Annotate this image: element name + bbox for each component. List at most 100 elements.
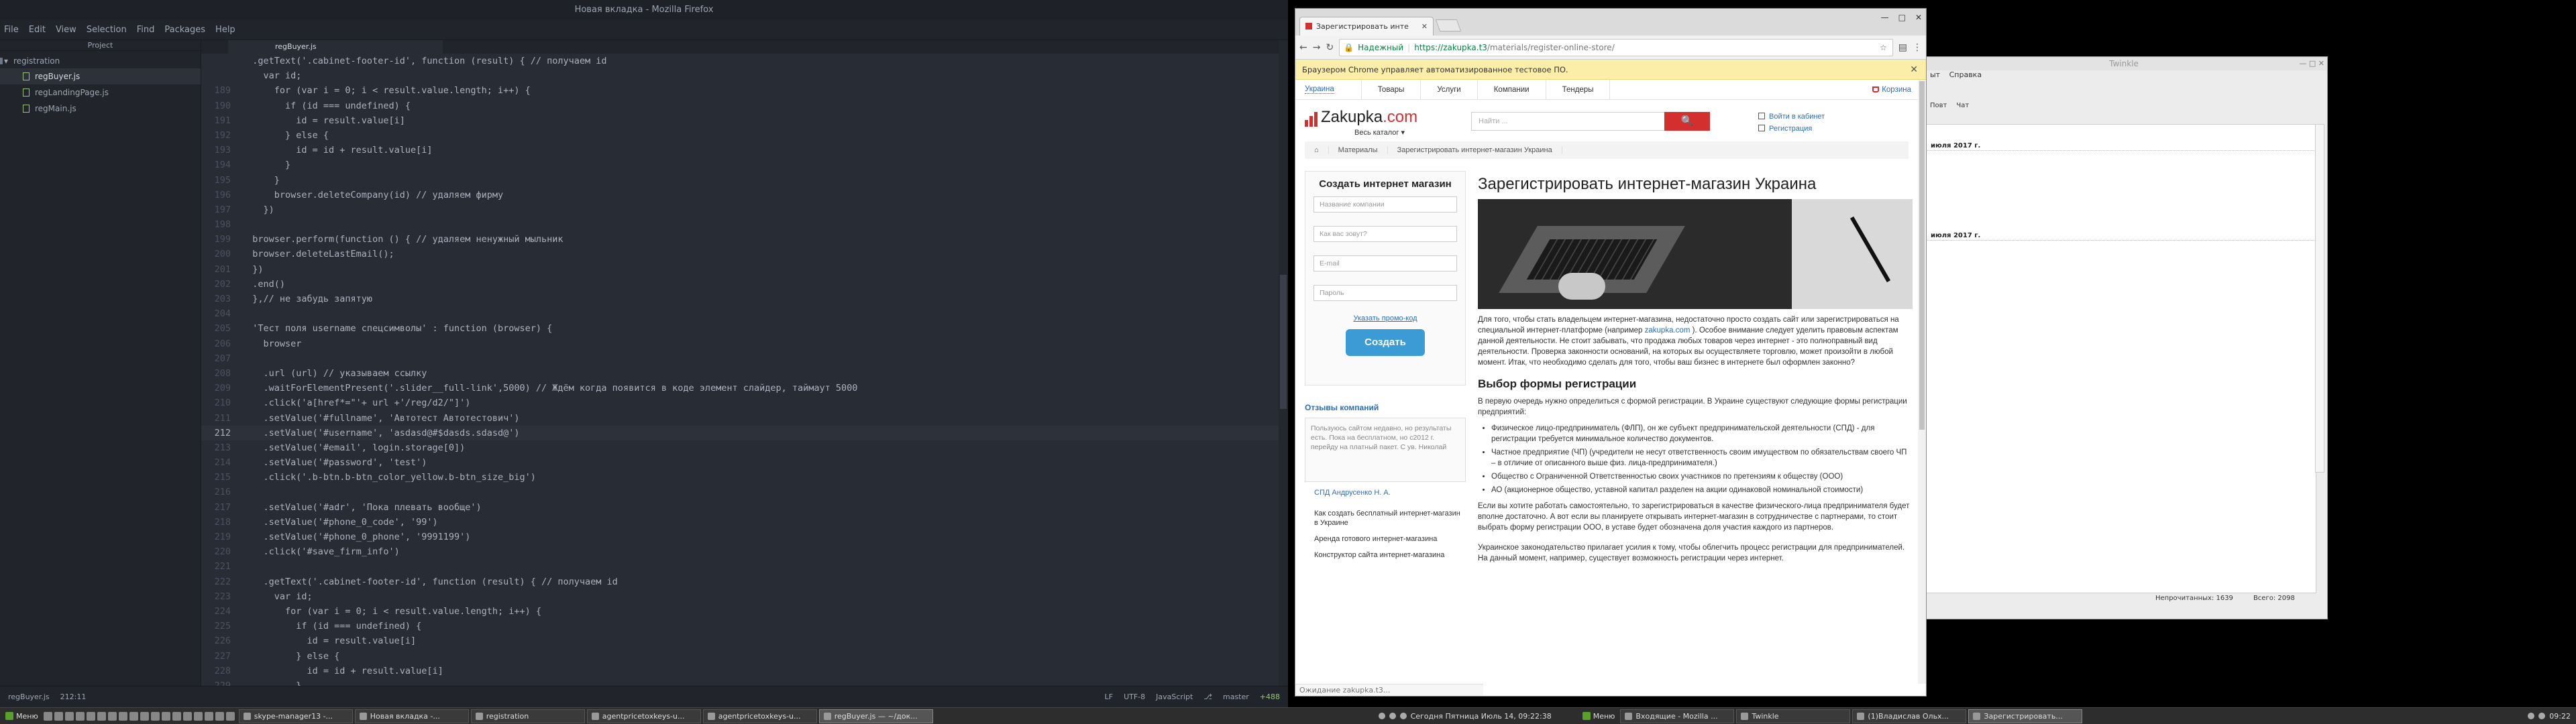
reload-icon[interactable]: ↻ <box>1326 42 1334 53</box>
close-icon[interactable]: ✕ <box>1915 13 1922 22</box>
window-controls[interactable]: — □ ✕ <box>1881 13 1922 22</box>
launcher-icon[interactable] <box>64 711 74 721</box>
window-controls[interactable]: — □ ✕ <box>2299 57 2324 70</box>
status-eol[interactable]: LF <box>1105 692 1113 701</box>
launcher-icon[interactable] <box>225 711 235 721</box>
side-link[interactable]: Аренда готового интернет-магазина <box>1314 534 1466 544</box>
code-line[interactable]: 208 .url (url) // указываем ссылку <box>201 366 1288 381</box>
code-line[interactable]: 205 'Тест поля username спецсимволы' : f… <box>201 321 1288 336</box>
tray-icon[interactable] <box>1389 713 1396 719</box>
menu-item[interactable]: Help <box>215 25 235 35</box>
code-line[interactable]: 215 .click('.b-btn.b-btn_color_yellow.b-… <box>201 470 1288 485</box>
code-line[interactable]: 221 <box>201 559 1288 574</box>
status-encoding[interactable]: UTF-8 <box>1124 692 1145 701</box>
clock-right[interactable]: 09:22 <box>2549 712 2571 721</box>
site-nav-item[interactable]: Компании <box>1477 80 1546 100</box>
region-selector[interactable]: Украина <box>1305 85 1334 94</box>
status-branch[interactable]: master <box>1223 692 1249 701</box>
launcher-icon[interactable] <box>54 711 63 721</box>
code-line[interactable]: 195 } <box>201 173 1288 188</box>
zakupka-link[interactable]: zakupka.com <box>1645 326 1690 335</box>
tree-file[interactable]: regMain.js <box>0 101 201 117</box>
start-menu-button[interactable]: Меню <box>0 712 44 721</box>
browser-tab[interactable]: Зарегистрировать инте ✕ <box>1299 17 1434 36</box>
code-line[interactable]: 219 .setValue('#phone_0_phone', '9991199… <box>201 530 1288 544</box>
launcher-icon[interactable] <box>43 711 52 721</box>
launcher-icon[interactable] <box>161 711 170 721</box>
extension-icon[interactable]: ▤ <box>1898 42 1907 53</box>
twinkle-menu-item[interactable]: Справка <box>1949 70 1982 79</box>
code-line[interactable]: 194 } <box>201 158 1288 172</box>
code-line[interactable]: 217 .setValue('#adr', 'Пока плевать вооб… <box>201 500 1288 515</box>
twinkle-scrollbar[interactable] <box>2315 124 2324 473</box>
launcher-icon[interactable] <box>97 711 106 721</box>
promo-code-link[interactable]: Указать промо-код <box>1313 314 1457 322</box>
taskbar-task[interactable]: registration <box>470 709 585 723</box>
launcher-icon[interactable] <box>107 711 117 721</box>
code-line[interactable]: 199 browser.perform(function () { // уда… <box>201 232 1288 247</box>
taskbar-task[interactable]: agentpricetoxkeys-u... <box>586 709 701 723</box>
code-line[interactable]: 220 .click('#save_firm_info') <box>201 544 1288 559</box>
site-nav-item[interactable]: Товары <box>1360 80 1421 100</box>
launcher-icon[interactable] <box>86 711 95 721</box>
code-line[interactable]: 190 if (id === undefined) { <box>201 99 1288 113</box>
launcher-icon[interactable] <box>118 711 127 721</box>
code-line[interactable]: 216 <box>201 485 1288 499</box>
chat-button[interactable]: Чат <box>1956 102 1969 109</box>
taskbar-task[interactable]: regBuyer.js — ~/док... <box>818 709 933 723</box>
launcher-icon[interactable] <box>172 711 181 721</box>
code-line[interactable]: 206 browser <box>201 337 1288 351</box>
back-icon[interactable]: ← <box>1299 42 1307 53</box>
status-cursor-pos[interactable]: 212:11 <box>60 692 87 701</box>
scrollbar-thumb[interactable] <box>1280 275 1287 409</box>
code-line[interactable]: 207 <box>201 351 1288 366</box>
launcher-icon[interactable] <box>193 711 203 721</box>
start-menu-button-right[interactable]: Меню <box>1577 712 1621 721</box>
code-line[interactable]: 200 browser.deleteLastEmail(); <box>201 247 1288 261</box>
company-name-field[interactable]: Название компании <box>1313 196 1457 213</box>
code-line[interactable]: 189 for (var i = 0; i < result.value.len… <box>201 83 1288 98</box>
tray-icon[interactable] <box>1399 713 1407 719</box>
site-nav-item[interactable]: Тендеры <box>1545 80 1611 100</box>
page-scrollbar[interactable] <box>1918 80 1926 684</box>
search-button[interactable]: 🔍 <box>1664 112 1710 131</box>
code-line[interactable]: 198 <box>201 217 1288 232</box>
code-line[interactable]: 210 .click('a[href*="'+ url +'/reg/d2/"]… <box>201 396 1288 410</box>
cart-link[interactable]: Корзина <box>1872 86 1911 94</box>
twinkle-history-list[interactable]: июля 2017 г. июля 2017 г. <box>1921 124 2317 593</box>
menu-item[interactable]: File <box>4 25 19 35</box>
email-field[interactable]: E-mail <box>1313 255 1457 272</box>
side-link[interactable]: Конструктор сайта интернет-магазина <box>1314 550 1466 560</box>
maximize-icon[interactable]: □ <box>1898 13 1906 22</box>
code-line[interactable]: 204 <box>201 306 1288 321</box>
code-line[interactable]: 212 .setValue('#username', 'asdasd@#$das… <box>201 425 1288 440</box>
launcher-icon[interactable] <box>129 711 138 721</box>
name-field[interactable]: Как вас зовут? <box>1313 226 1457 242</box>
tab-regbuyer[interactable]: regBuyer.js <box>228 40 443 54</box>
code-line[interactable]: 213 .setValue('#email', login.storage[0]… <box>201 440 1288 455</box>
tray-icon[interactable] <box>1378 713 1385 719</box>
menu-item[interactable]: Find <box>137 25 155 35</box>
side-link[interactable]: Как создать бесплатный интернет-магазин … <box>1314 509 1466 528</box>
tree-file[interactable]: regBuyer.js <box>0 68 201 84</box>
code-line[interactable]: var id; <box>201 68 1288 83</box>
site-nav-item[interactable]: Услуги <box>1420 80 1477 100</box>
code-line[interactable]: 201 }) <box>201 262 1288 277</box>
code-line[interactable]: 193 id = id + result.value[i] <box>201 143 1288 158</box>
taskbar-task[interactable]: agentpricetoxkeys-u... <box>702 709 817 723</box>
password-field[interactable]: Пароль <box>1313 285 1457 301</box>
bookmark-star-icon[interactable]: ☆ <box>1880 43 1887 52</box>
reviews-title[interactable]: Отзывы компаний <box>1305 403 1466 412</box>
status-grammar[interactable]: JavaScript <box>1156 692 1193 701</box>
menu-item[interactable]: Selection <box>87 25 127 35</box>
status-file[interactable]: regBuyer.js <box>8 692 50 701</box>
site-logo[interactable]: Zakupka.com <box>1305 108 1417 127</box>
menu-item[interactable]: Packages <box>164 25 205 35</box>
launcher-icon[interactable] <box>215 711 224 721</box>
taskbar-task[interactable]: Входящие - Mozilla ... <box>1620 709 1735 723</box>
code-line[interactable]: 192 } else { <box>201 128 1288 143</box>
new-tab-button[interactable] <box>1435 19 1462 32</box>
code-line[interactable]: .getText('.cabinet-footer-id', function … <box>201 54 1288 68</box>
editor-scrollbar[interactable] <box>1279 40 1288 686</box>
tray-icon[interactable] <box>2538 713 2546 719</box>
